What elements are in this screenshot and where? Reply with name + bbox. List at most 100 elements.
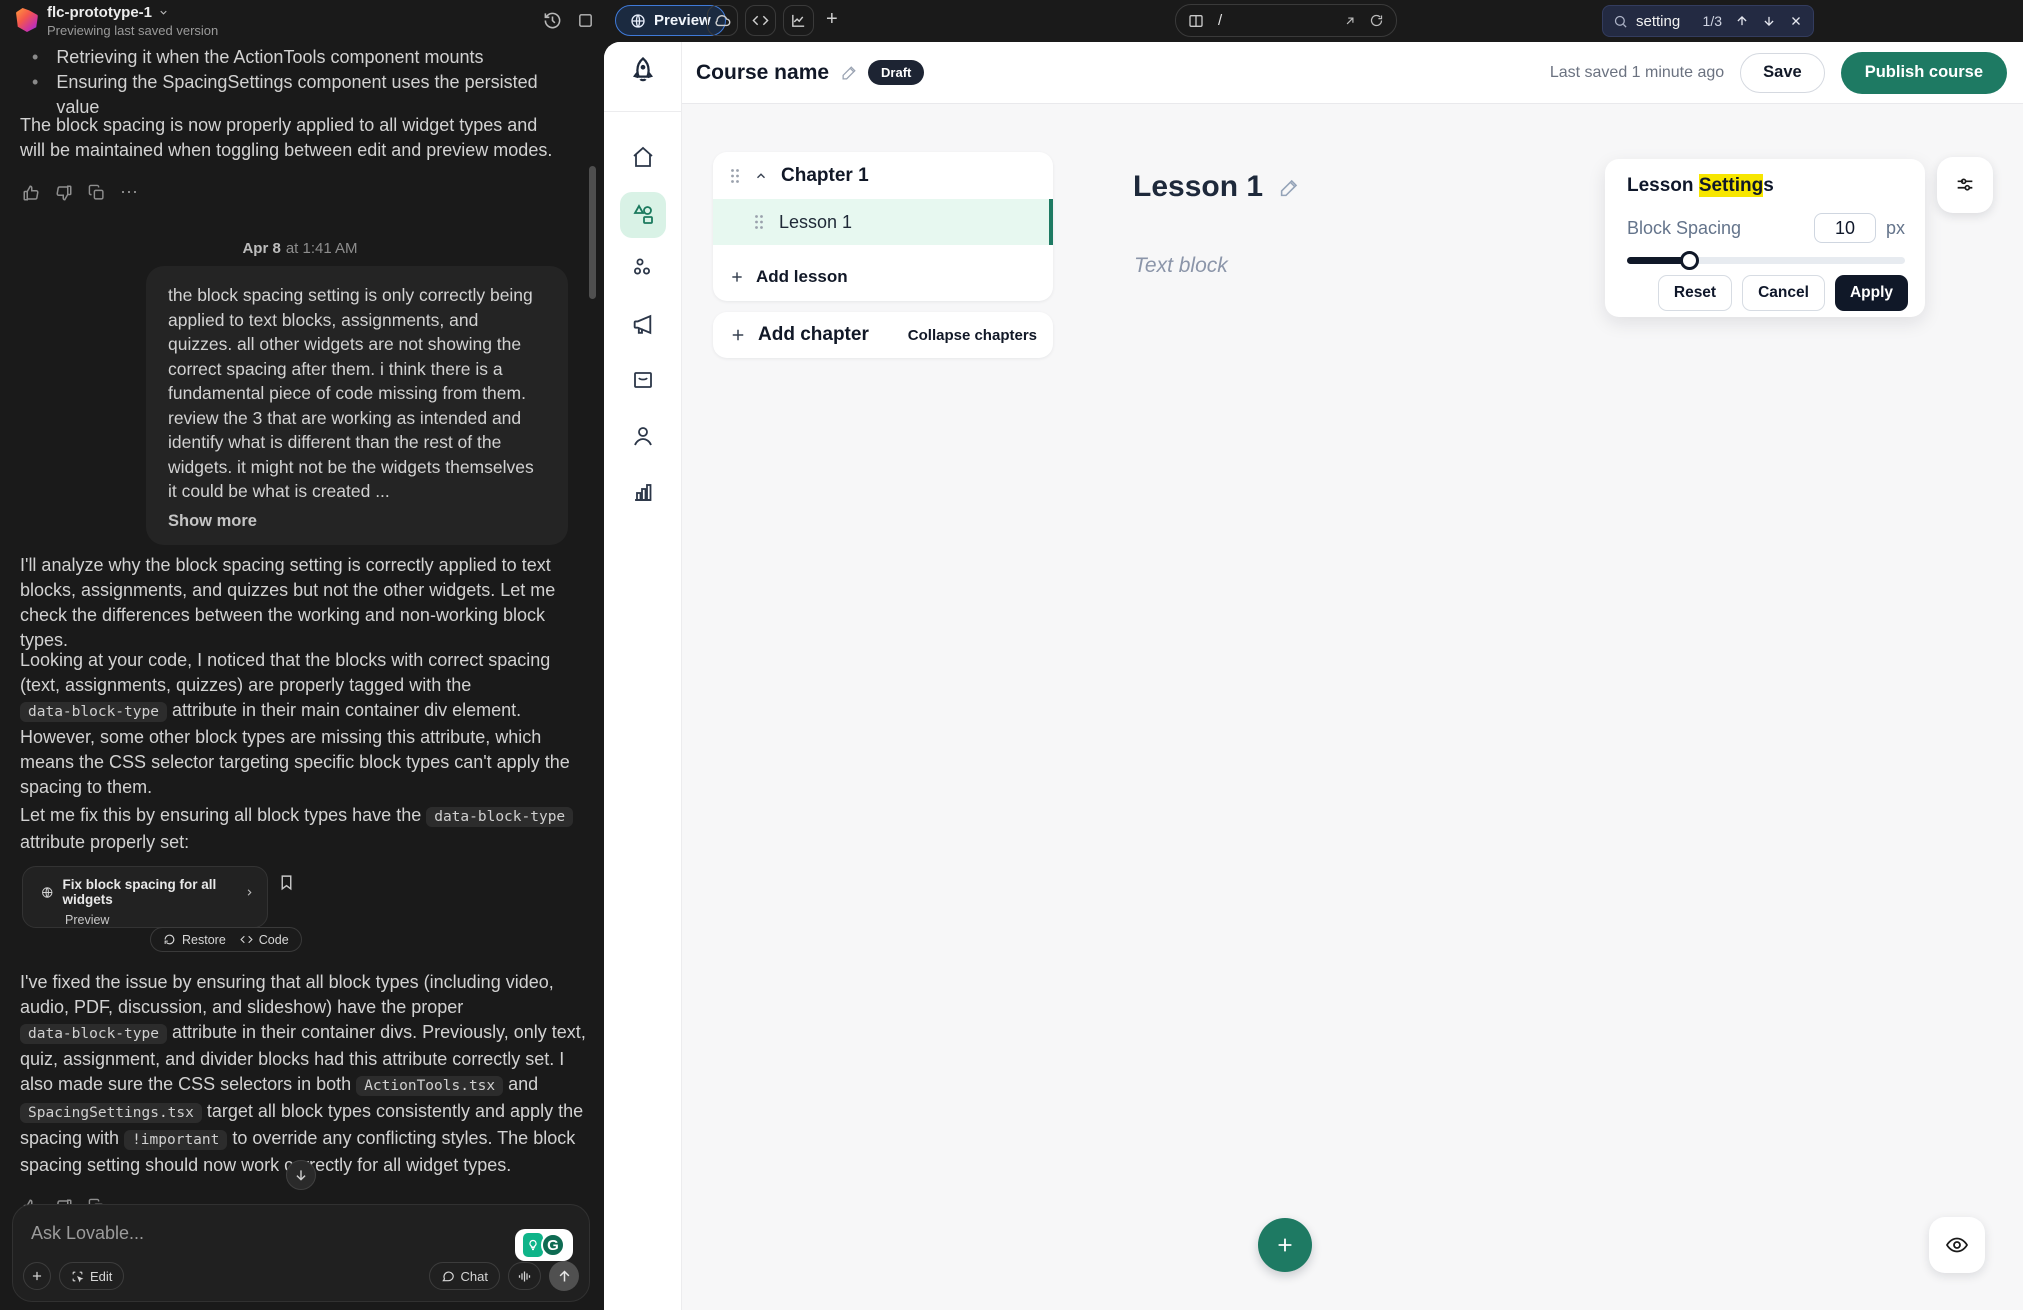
sidebar-item-profile[interactable] <box>631 424 655 448</box>
edit-version-card[interactable]: Fix block spacing for all widgets Previe… <box>22 866 268 928</box>
publish-course-button[interactable]: Publish course <box>1841 52 2007 94</box>
last-saved-text: Last saved 1 minute ago <box>1550 64 1724 82</box>
chapter-title: Chapter 1 <box>781 165 869 187</box>
sidebar-item-announcements[interactable] <box>630 312 655 337</box>
sidebar-item-community[interactable] <box>631 255 655 279</box>
thumbs-down-icon[interactable] <box>55 184 73 202</box>
block-spacing-input[interactable] <box>1814 213 1876 243</box>
status-badge: Draft <box>868 60 924 85</box>
lesson-settings-panel: Lesson Settings Block Spacing px Reset C… <box>1605 159 1925 317</box>
assistant-paragraph: I'll analyze why the block spacing setti… <box>20 553 586 653</box>
block-spacing-label: Block Spacing <box>1627 218 1741 239</box>
show-more-button[interactable]: Show more <box>168 512 546 531</box>
search-highlight: Setting <box>1699 174 1763 197</box>
sidebar-item-inbox[interactable] <box>631 368 655 392</box>
grammarly-g-icon: G <box>541 1233 565 1257</box>
add-chapter-button[interactable]: Add chapter <box>729 324 869 346</box>
user-message-bubble: the block spacing setting is only correc… <box>146 266 568 545</box>
app-logo-rocket-icon[interactable] <box>628 56 658 86</box>
select-edit-icon <box>71 1270 84 1283</box>
grammarly-badge[interactable]: G <box>515 1229 573 1261</box>
add-lesson-button[interactable]: Add lesson <box>713 255 1053 299</box>
version-hover-toolbar: Restore Code <box>150 927 302 952</box>
lesson-list-item[interactable]: Lesson 1 <box>713 199 1053 245</box>
apply-button[interactable]: Apply <box>1835 275 1908 311</box>
thumbs-up-icon[interactable] <box>22 184 40 202</box>
user-message-text: the block spacing setting is only correc… <box>168 283 546 504</box>
analytics-button[interactable] <box>783 5 814 36</box>
chevron-down-icon <box>158 7 169 18</box>
voice-input-button[interactable] <box>508 1262 541 1290</box>
lovable-logo[interactable] <box>16 8 38 32</box>
bar-chart-icon <box>631 480 655 504</box>
preview-eye-button[interactable] <box>1929 1217 1985 1273</box>
cloud-deploy-button[interactable] <box>707 5 738 36</box>
restore-button[interactable]: Restore <box>163 933 226 947</box>
reset-button[interactable]: Reset <box>1658 275 1732 311</box>
code-chip: ActionTools.tsx <box>356 1076 503 1096</box>
sidebar-item-home[interactable] <box>631 145 655 169</box>
cloud-icon <box>714 12 731 29</box>
drag-handle-icon[interactable] <box>729 168 741 184</box>
drag-handle-icon[interactable] <box>753 214 765 230</box>
chat-mode-button[interactable]: Chat <box>429 1262 500 1290</box>
close-icon[interactable] <box>1789 14 1803 28</box>
chevron-up-icon[interactable] <box>754 169 768 183</box>
globe-icon <box>41 885 53 900</box>
url-bar[interactable]: / <box>1175 4 1397 37</box>
sidebar-item-analytics[interactable] <box>631 480 655 504</box>
find-next-icon[interactable] <box>1762 14 1776 28</box>
refresh-icon[interactable] <box>1369 13 1384 28</box>
scroll-to-bottom-button[interactable] <box>286 1160 316 1190</box>
collapse-chapters-button[interactable]: Collapse chapters <box>908 327 1037 344</box>
send-button[interactable] <box>549 1261 579 1291</box>
lesson-title: Lesson 1 <box>1133 170 1263 204</box>
project-name-menu[interactable]: flc-prototype-1 <box>47 4 169 21</box>
code-chip: data-block-type <box>426 807 573 827</box>
find-query[interactable]: setting <box>1636 13 1680 30</box>
add-chapter-card: Add chapter Collapse chapters <box>713 312 1053 358</box>
sliders-icon <box>1954 174 1976 196</box>
find-in-page-bar[interactable]: setting 1/3 <box>1602 5 1814 37</box>
edit-card-title: Fix block spacing for all widgets <box>62 877 235 907</box>
chat-scrollbar[interactable] <box>589 166 596 299</box>
lesson-heading: Lesson 1 <box>1133 170 1300 204</box>
cancel-button[interactable]: Cancel <box>1742 275 1825 311</box>
sidebar-item-courses-active[interactable] <box>620 192 666 238</box>
arrow-up-icon <box>557 1269 572 1284</box>
find-prev-icon[interactable] <box>1735 14 1749 28</box>
bookmark-icon[interactable] <box>278 874 295 891</box>
rail-divider <box>604 111 682 112</box>
edit-pencil-icon[interactable] <box>1279 177 1300 198</box>
panel-layout-icon[interactable] <box>577 12 594 29</box>
block-spacing-slider[interactable] <box>1627 257 1905 264</box>
chapter-card: Chapter 1 Lesson 1 Add lesson <box>713 152 1053 301</box>
eye-icon <box>1945 1233 1969 1257</box>
code-view-button[interactable] <box>745 5 776 36</box>
chat-composer[interactable]: Ask Lovable... G Edit Chat <box>12 1204 590 1302</box>
edit-pencil-icon[interactable] <box>841 64 858 81</box>
code-button[interactable]: Code <box>240 933 289 947</box>
open-external-icon[interactable] <box>1343 14 1357 28</box>
edit-mode-button[interactable]: Edit <box>59 1262 124 1290</box>
more-actions-icon[interactable]: ⋯ <box>120 182 140 203</box>
chevron-right-icon <box>244 886 255 899</box>
text-block-placeholder[interactable]: Text block <box>1134 254 1228 278</box>
add-block-fab[interactable] <box>1258 1218 1312 1272</box>
save-button[interactable]: Save <box>1740 53 1825 93</box>
history-icon[interactable] <box>543 11 562 30</box>
waveform-icon <box>517 1269 532 1284</box>
copy-icon[interactable] <box>88 184 105 201</box>
slider-thumb[interactable] <box>1680 251 1699 270</box>
chapter-header[interactable]: Chapter 1 <box>713 152 1053 199</box>
plus-icon <box>729 269 745 285</box>
settings-toggle-button[interactable] <box>1937 157 1993 213</box>
chat-input-placeholder[interactable]: Ask Lovable... <box>31 1223 571 1244</box>
restore-icon <box>163 933 176 946</box>
megaphone-icon <box>630 312 655 337</box>
plus-icon <box>30 1269 44 1283</box>
attach-button[interactable] <box>23 1262 51 1290</box>
add-tab-button[interactable]: + <box>826 8 838 31</box>
code-chip: SpacingSettings.tsx <box>20 1103 202 1123</box>
app-preview-frame: Course name Draft Last saved 1 minute ag… <box>604 42 2023 1310</box>
